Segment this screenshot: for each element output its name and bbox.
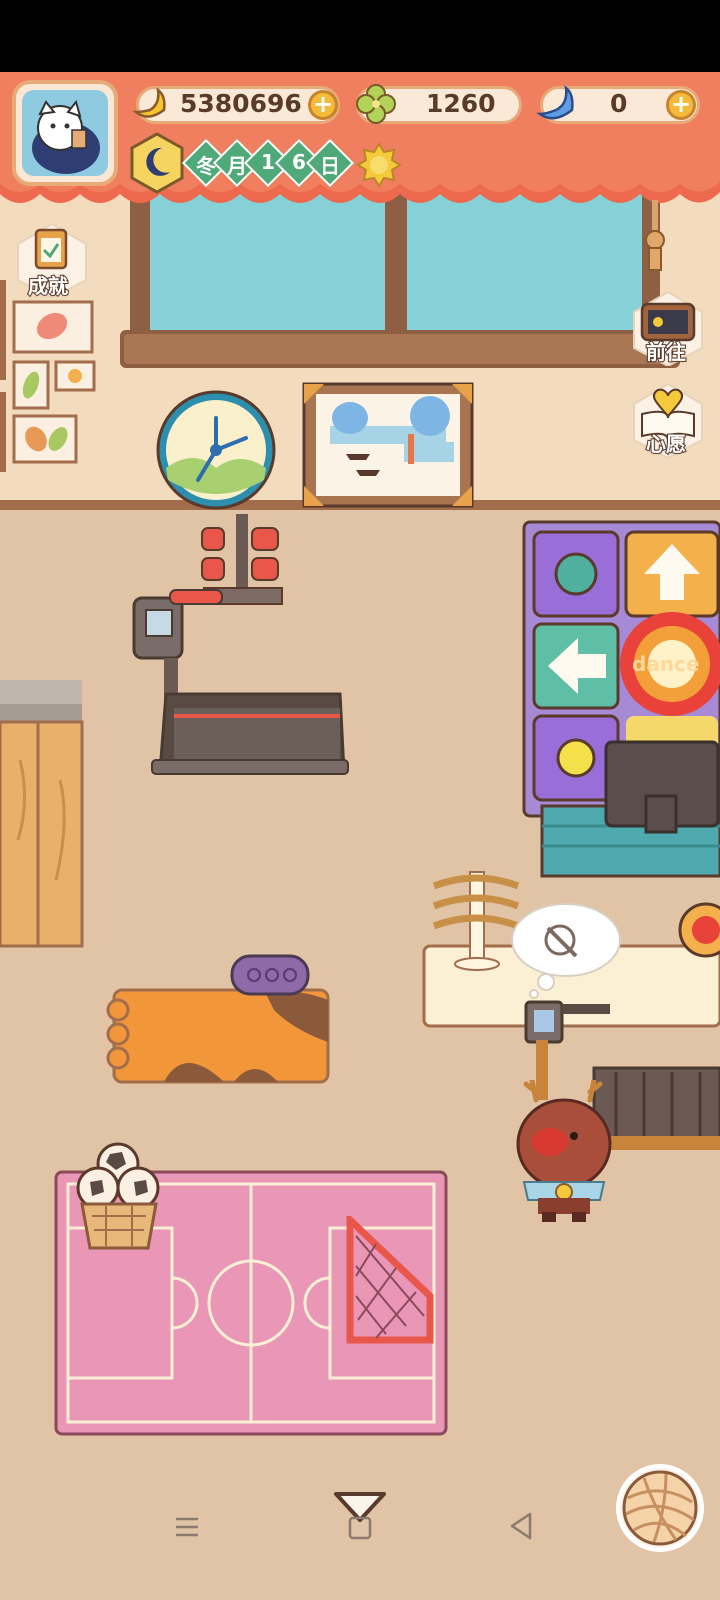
paw-rug [106,954,330,1084]
gem-count: 0 [610,89,628,118]
home-icon[interactable] [330,1480,390,1550]
date-month-label: 月 [227,154,247,178]
date-day-label: 日 [320,154,340,178]
player-avatar[interactable] [12,80,118,186]
banana-icon [132,87,166,118]
back-icon[interactable] [506,1510,536,1542]
wall-clock [156,390,276,510]
treadmill [132,589,349,775]
date-digit-2: 6 [292,150,306,174]
add-gem-button[interactable]: + [666,90,696,120]
moon-icon [130,132,184,194]
tv-stand [540,740,720,878]
clover-count: 1260 [426,89,496,118]
status-bar [0,0,720,72]
curtain-rope [645,200,665,271]
date-season: 冬 [196,154,216,178]
cat-avatar-icon [22,90,108,176]
reindeer-character[interactable] [512,1080,622,1240]
soccer-goal [346,1216,434,1344]
wish-label: 心愿 [645,431,687,457]
blue-banana-icon [536,85,574,120]
wall-art-frames [0,280,96,472]
banana-count: 5380696 [180,89,302,118]
recent-apps-icon[interactable] [172,1512,202,1542]
dance-mat-label: dance [632,652,700,676]
wooden-cabinet [0,680,84,948]
clover-icon [356,84,396,124]
wall-painting [302,382,474,508]
sun-icon [356,142,402,188]
ball-basket [76,1142,160,1250]
system-nav-bar [0,1464,720,1600]
goto-label: 前往 [645,339,687,365]
yarn-ball-icon[interactable] [614,1462,706,1554]
date-digit-1: 1 [261,150,275,174]
add-banana-button[interactable]: + [308,90,338,120]
